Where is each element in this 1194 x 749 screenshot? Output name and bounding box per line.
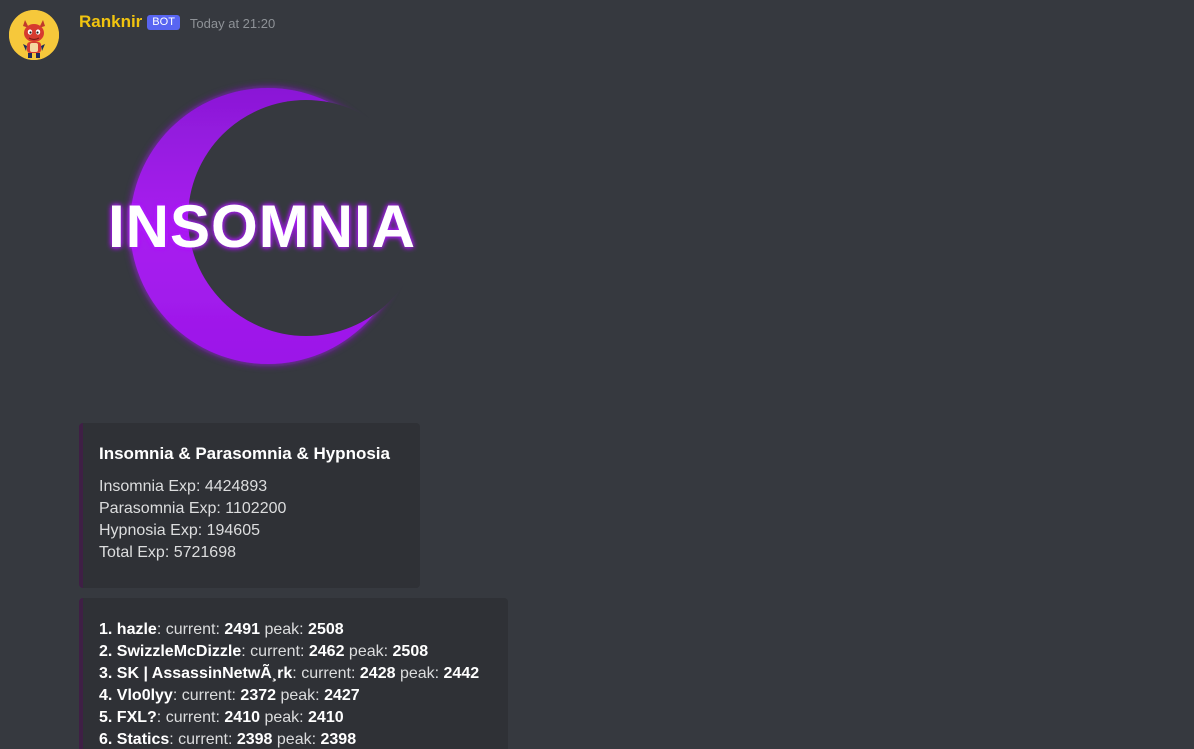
peak-label: peak: — [399, 665, 440, 682]
bot-badge: BOT — [147, 14, 180, 30]
current-rating: 2410 — [224, 709, 260, 726]
message-header: Ranknir BOT Today at 21:20 — [79, 10, 275, 34]
current-label-text: current: — [250, 643, 305, 660]
rank-number: 1. — [99, 621, 113, 638]
peak-label: peak: — [348, 643, 389, 660]
embed-title: Insomnia & Parasomnia & Hypnosia — [99, 444, 390, 463]
peak-rating: 2442 — [443, 665, 480, 682]
current-label: : — [156, 709, 166, 726]
current-rating: 2462 — [308, 643, 345, 660]
peak-label: peak: — [264, 621, 304, 638]
message-timestamp[interactable]: Today at 21:20 — [190, 13, 275, 31]
ranking-row: 2. SwizzleMcDizzle: current: 2462 peak: … — [99, 641, 492, 663]
current-label-text: current: — [165, 709, 220, 726]
insomnia-banner-image[interactable]: INSOMNIA — [98, 78, 432, 374]
logo-text: INSOMNIA — [108, 193, 416, 260]
current-rating: 2398 — [236, 731, 273, 748]
current-label: : — [172, 687, 182, 704]
ranking-row: 6. Statics: current: 2398 peak: 2398 — [99, 729, 492, 749]
rank-number: 2. — [99, 643, 113, 660]
bot-avatar[interactable] — [9, 10, 59, 60]
insomnia-logo: INSOMNIA — [108, 88, 416, 364]
current-rating: 2491 — [224, 621, 260, 638]
player-name: Vlo0lyy — [116, 687, 173, 704]
peak-rating: 2508 — [308, 621, 344, 638]
current-label-text: current: — [301, 665, 356, 682]
username[interactable]: Ranknir — [79, 12, 142, 32]
stats-embed: Insomnia & Parasomnia & Hypnosia Insomni… — [79, 423, 420, 588]
current-label: : — [156, 621, 166, 638]
chat-message: Ranknir BOT Today at 21:20 INSOMNIA Inso… — [0, 0, 1194, 749]
player-name: hazle — [116, 621, 157, 638]
peak-label: peak: — [264, 709, 304, 726]
player-name: SK | AssassinNetwÃ¸rk — [116, 665, 293, 682]
current-label: : — [169, 731, 179, 748]
player-name: SwizzleMcDizzle — [116, 643, 242, 660]
ranking-row: 1. hazle: current: 2491 peak: 2508 — [99, 619, 492, 641]
ranking-row: 5. FXL?: current: 2410 peak: 2410 — [99, 707, 492, 729]
peak-rating: 2427 — [324, 687, 360, 704]
current-rating: 2372 — [240, 687, 277, 704]
peak-rating: 2508 — [392, 643, 429, 660]
current-label: : — [292, 665, 302, 682]
player-name: Statics — [116, 731, 170, 748]
current-label: : — [241, 643, 251, 660]
current-label-text: current: — [178, 731, 233, 748]
ranking-row: 4. Vlo0lyy: current: 2372 peak: 2427 — [99, 685, 492, 707]
ranking-row: 3. SK | AssassinNetwÃ¸rk: current: 2428 … — [99, 663, 492, 685]
ranking-embed: 1. hazle: current: 2491 peak: 2508 2. Sw… — [79, 598, 508, 749]
rank-number: 6. — [99, 731, 113, 748]
dragon-mascot-icon — [9, 10, 59, 60]
peak-label: peak: — [276, 731, 317, 748]
stat-line-total: Total Exp: 5721698 — [99, 544, 236, 561]
rank-number: 4. — [99, 687, 113, 704]
peak-rating: 2410 — [308, 709, 344, 726]
rank-number: 3. — [99, 665, 113, 682]
player-name: FXL? — [116, 709, 157, 726]
current-rating: 2428 — [359, 665, 396, 682]
stat-line-parasomnia: Parasomnia Exp: 1102200 — [99, 500, 287, 517]
current-label-text: current: — [165, 621, 220, 638]
stat-line-insomnia: Insomnia Exp: 4424893 — [99, 478, 268, 495]
peak-label: peak: — [280, 687, 320, 704]
stat-line-hypnosia: Hypnosia Exp: 194605 — [99, 522, 260, 539]
rank-number: 5. — [99, 709, 113, 726]
current-label-text: current: — [181, 687, 236, 704]
peak-rating: 2398 — [320, 731, 357, 748]
